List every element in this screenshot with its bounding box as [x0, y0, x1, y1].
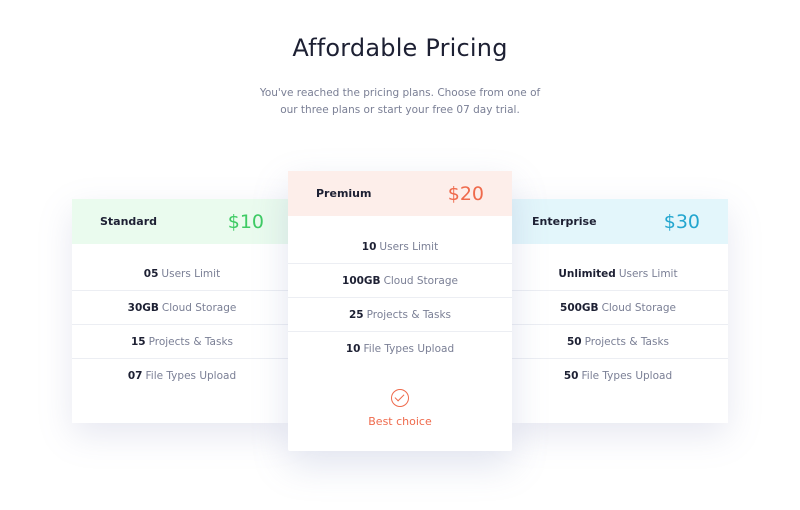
pricing-card-enterprise[interactable]: Enterprise $30 Unlimited Users Limit 500G… — [508, 199, 728, 423]
pricing-card-standard[interactable]: Standard $10 05 Users Limit 30GB Cloud Sto… — [72, 199, 292, 423]
feature-value: 10 — [361, 240, 377, 253]
feature-label: Cloud Storage — [383, 274, 458, 287]
feature-label: Projects & Tasks — [366, 308, 451, 321]
feature-storage: 30GB Cloud Storage — [72, 291, 292, 325]
plan-name: Enterprise — [532, 215, 597, 228]
feature-users: 10 Users Limit — [288, 230, 512, 264]
feature-users: 05 Users Limit — [72, 257, 292, 291]
card-header: Premium $20 — [288, 171, 512, 216]
feature-value: 100GB — [342, 274, 381, 287]
feature-storage: 100GB Cloud Storage — [288, 264, 512, 298]
feature-value: 10 — [345, 343, 361, 355]
feature-value: Unlimited — [558, 267, 616, 280]
feature-projects: 15 Projects & Tasks — [72, 325, 292, 359]
feature-projects: 50 Projects & Tasks — [508, 325, 728, 359]
feature-label: Projects & Tasks — [148, 335, 233, 348]
pricing-card-premium[interactable]: Premium $20 10 Users Limit 100GB Cloud Sto… — [288, 171, 512, 451]
feature-label: Users Limit — [618, 267, 678, 280]
feature-file-types: 50 File Types Upload — [508, 359, 728, 393]
plan-price: $20 — [447, 182, 484, 205]
best-choice-badge: Best choice — [288, 389, 512, 428]
plan-price: $30 — [663, 210, 700, 233]
plan-name: Premium — [316, 187, 372, 200]
feature-list: 05 Users Limit 30GB Cloud Storage 15 Projec… — [72, 257, 292, 393]
best-choice-label: Best choice — [368, 415, 432, 428]
check-circle-icon — [391, 389, 409, 407]
feature-label: Cloud Storage — [161, 301, 237, 314]
feature-label: Cloud Storage — [601, 301, 676, 314]
plan-name: Standard — [100, 215, 158, 228]
feature-file-types: 07 File Types Upload — [72, 359, 292, 393]
page-subtitle: You've reached the pricing plans. Choose… — [259, 87, 541, 116]
feature-value: 25 — [348, 308, 364, 321]
feature-label: Projects & Tasks — [584, 335, 669, 348]
feature-value: 500GB — [560, 301, 599, 314]
feature-label: File Types Upload — [363, 343, 455, 355]
feature-value: 07 — [127, 370, 143, 382]
feature-users: Unlimited Users Limit — [508, 257, 728, 291]
feature-label: File Types Upload — [581, 370, 673, 382]
feature-value: 15 — [130, 335, 146, 348]
feature-file-types: 10 File Types Upload — [288, 332, 512, 366]
feature-label: Users Limit — [379, 240, 439, 253]
feature-list: 10 Users Limit 100GB Cloud Storage 25 Proje… — [288, 230, 512, 366]
feature-label: File Types Upload — [145, 370, 237, 382]
card-header: Enterprise $30 — [508, 199, 728, 244]
feature-projects: 25 Projects & Tasks — [288, 298, 512, 332]
card-header: Standard $10 — [72, 199, 292, 244]
feature-value: 50 — [563, 370, 579, 382]
feature-storage: 500GB Cloud Storage — [508, 291, 728, 325]
feature-label: Users Limit — [161, 267, 221, 280]
feature-value: 50 — [566, 335, 582, 348]
page-title: Affordable Pricing — [292, 34, 508, 62]
feature-value: 30GB — [127, 301, 159, 314]
plan-price: $10 — [227, 210, 264, 233]
feature-list: Unlimited Users Limit 500GB Cloud Storage … — [508, 257, 728, 393]
feature-value: 05 — [143, 267, 159, 280]
